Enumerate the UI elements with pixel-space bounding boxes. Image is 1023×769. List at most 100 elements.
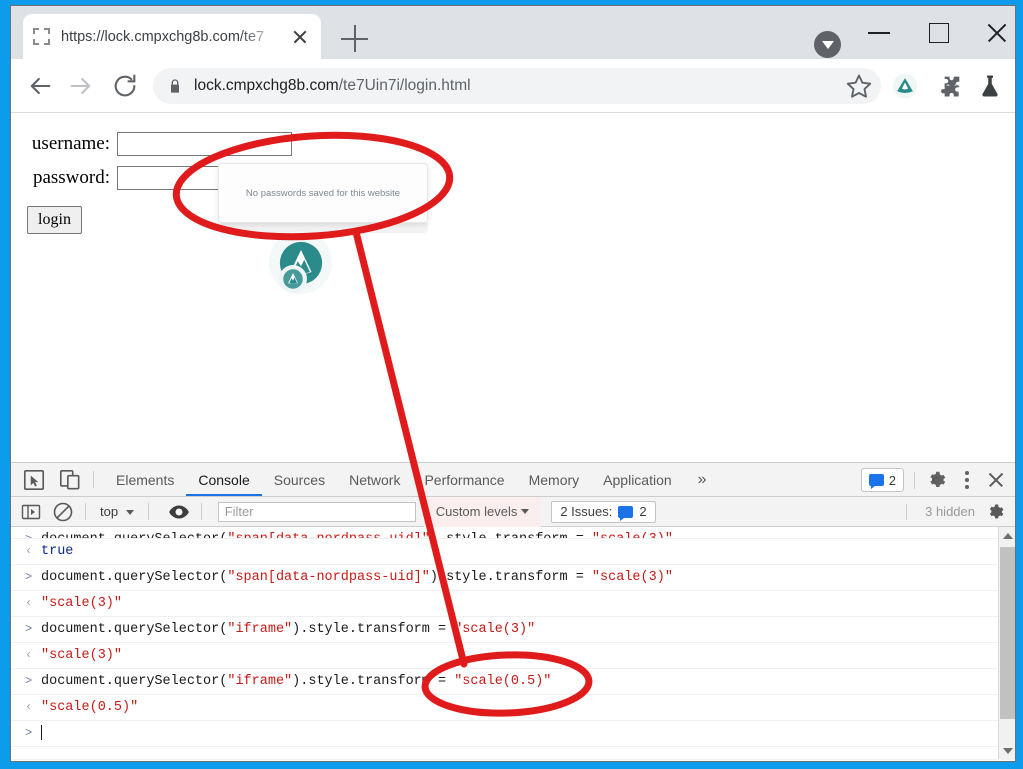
nordpass-extension-icon[interactable] [891, 72, 919, 100]
extensions-puzzle-icon[interactable] [936, 72, 964, 100]
username-label: username: [31, 133, 110, 154]
placeholder-favicon-icon [33, 28, 50, 45]
forward-arrow-icon [67, 72, 95, 100]
browser-window: https://lock.cmpxchg8b.com/te7 lock.cmpx… [10, 5, 1016, 762]
device-toolbar-icon[interactable] [57, 467, 83, 493]
execution-context-selector[interactable]: top [100, 504, 134, 519]
console-rows: > document.querySelector("span[data-nordp… [11, 527, 1015, 747]
console-input-arrow-icon: > [25, 622, 33, 636]
console-row-text: "scale(0.5)" [41, 700, 139, 715]
tab-sources[interactable]: Sources [262, 463, 337, 496]
username-input[interactable] [117, 132, 292, 156]
console-output-arrow-icon: ‹ [25, 596, 33, 610]
experiments-flask-icon[interactable] [976, 72, 1004, 100]
console-row-text: "scale(3)" [41, 648, 123, 663]
clear-console-icon[interactable] [51, 500, 75, 524]
live-expression-eye-icon[interactable] [167, 500, 191, 524]
tab-elements[interactable]: Elements [104, 463, 186, 496]
tab-console[interactable]: Console [186, 463, 261, 496]
url-domain: lock.cmpxchg8b.com [194, 77, 339, 94]
devtools-tabbar-right: 2 [860, 466, 1007, 494]
console-row-text: document.querySelector("iframe").style.t… [41, 674, 552, 689]
tab-close-icon[interactable] [289, 26, 311, 48]
tab-performance[interactable]: Performance [412, 463, 516, 496]
console-output-arrow-icon: ‹ [25, 648, 33, 662]
issues-label: 2 Issues: [560, 504, 613, 519]
console-row-input: > document.querySelector("iframe").style.… [11, 669, 1015, 695]
devtools-panel: Elements Console Sources Network Perform… [11, 462, 1015, 760]
console-settings-gear-icon[interactable] [985, 502, 1005, 522]
download-arrow-icon[interactable] [814, 31, 841, 58]
tab-network[interactable]: Network [337, 463, 412, 496]
console-row-text: document.querySelector("span[data-nordpa… [41, 570, 673, 585]
console-row-text [41, 721, 42, 746]
tab-title: https://lock.cmpxchg8b.com/te7 [61, 28, 265, 45]
url-text: lock.cmpxchg8b.com/te7Uin7i/login.html [194, 77, 471, 95]
more-tabs-icon[interactable]: » [684, 471, 721, 489]
console-row-prompt: > [11, 721, 1015, 747]
devtools-close-icon[interactable] [985, 469, 1007, 491]
new-tab-button[interactable] [341, 25, 369, 53]
devtools-tabbar: Elements Console Sources Network Perform… [11, 463, 1015, 497]
profile-avatar-icon[interactable] [1015, 70, 1016, 102]
console-sidebar-icon[interactable] [19, 500, 43, 524]
console-output-arrow-icon: ‹ [25, 700, 33, 714]
window-minimize-button[interactable] [856, 14, 902, 50]
console-prompt-caret [41, 724, 42, 740]
nordpass-popup[interactable]: No passwords saved for this website [218, 163, 428, 223]
login-button[interactable]: login [27, 206, 82, 234]
console-filter-bar: top Filter Custom levels 2 Issues: 2 3 h… [11, 496, 1015, 527]
console-row-text: document.querySelector("span[data-nordpa… [41, 527, 673, 538]
console-row-output: ‹ true [11, 539, 1015, 565]
password-label: password: [32, 167, 110, 188]
console-input-arrow-icon: > [25, 532, 33, 539]
browser-titlebar: https://lock.cmpxchg8b.com/te7 [11, 6, 1015, 59]
log-levels-label: Custom levels [435, 504, 518, 519]
screenshot-root: https://lock.cmpxchg8b.com/te7 lock.cmpx… [0, 0, 1023, 769]
divider [93, 471, 94, 488]
bookmark-star-icon[interactable] [845, 72, 873, 100]
devtools-settings-gear-icon[interactable] [925, 469, 947, 491]
scroll-up-arrow-icon[interactable] [999, 527, 1015, 544]
username-row: username: [17, 132, 292, 156]
window-maximize-button[interactable] [916, 14, 962, 50]
issues-button[interactable]: 2 Issues: 2 [551, 500, 656, 523]
console-row-input: > document.querySelector("iframe").style.… [11, 617, 1015, 643]
url-path: /te7Uin7i/login.html [338, 77, 471, 94]
console-output-arrow-icon: ‹ [25, 544, 33, 558]
console-row-output: ‹ "scale(0.5)" [11, 695, 1015, 721]
filter-input[interactable]: Filter [217, 501, 416, 522]
back-arrow-icon[interactable] [26, 72, 54, 100]
info-bubble-icon [868, 474, 884, 489]
nordpass-mountain-logo-small-icon [279, 265, 307, 293]
console-row-output: ‹ "scale(3)" [11, 643, 1015, 669]
address-bar[interactable]: lock.cmpxchg8b.com/te7Uin7i/login.html [153, 68, 881, 104]
info-bubble-icon [618, 505, 634, 521]
console-row-text: document.querySelector("iframe").style.t… [41, 622, 536, 637]
console-scrollbar[interactable] [998, 527, 1015, 759]
issues-badge[interactable]: 2 [860, 468, 904, 492]
console-input-arrow-icon: > [25, 726, 33, 740]
browser-tab[interactable]: https://lock.cmpxchg8b.com/te7 [23, 14, 321, 59]
chevron-down-icon [521, 509, 530, 514]
scrollbar-thumb[interactable] [1000, 547, 1015, 719]
console-output[interactable]: > document.querySelector("span[data-nordp… [11, 527, 1015, 759]
console-row-input: > document.querySelector("span[data-nordp… [11, 565, 1015, 591]
scroll-down-arrow-icon[interactable] [999, 742, 1015, 759]
lock-icon [167, 78, 183, 95]
filter-placeholder: Filter [224, 504, 254, 519]
hidden-messages-note: 3 hidden [925, 504, 975, 519]
inspect-element-icon[interactable] [21, 467, 47, 493]
tab-application[interactable]: Application [591, 463, 684, 496]
console-input-arrow-icon: > [25, 570, 33, 584]
log-levels-dropdown[interactable]: Custom levels [423, 496, 542, 527]
page-viewport: username: password: login No passwords s… [11, 113, 1015, 462]
nordpass-popup-shadow [218, 223, 428, 233]
nordpass-popup-message: No passwords saved for this website [245, 187, 401, 199]
console-row-text: "scale(3)" [41, 596, 123, 611]
devtools-menu-kebab-icon[interactable] [953, 466, 981, 494]
issues-count: 2 [639, 504, 647, 519]
reload-icon[interactable] [111, 72, 139, 100]
window-close-button[interactable] [974, 14, 1015, 50]
tab-memory[interactable]: Memory [517, 463, 592, 496]
